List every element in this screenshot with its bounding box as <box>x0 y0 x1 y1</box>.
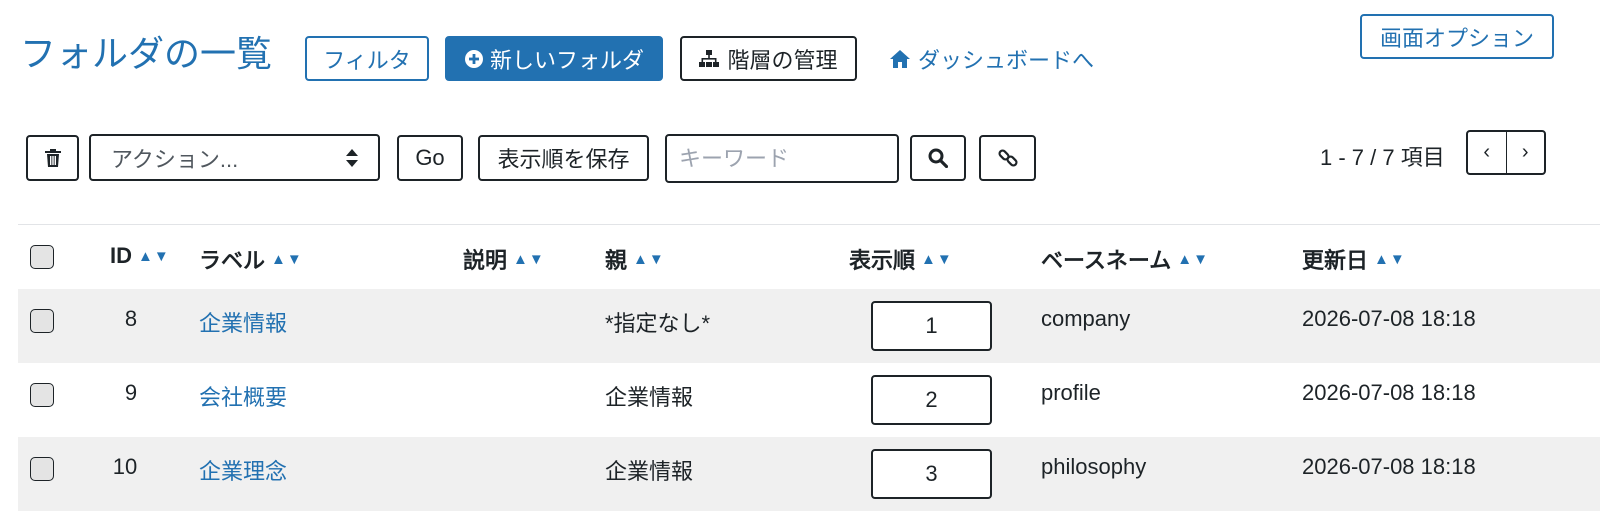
col-header-label[interactable]: ラベル ▲▼ <box>199 243 303 275</box>
search-icon <box>928 148 948 168</box>
select-all-checkbox[interactable] <box>30 245 54 269</box>
sitemap-icon <box>699 49 720 68</box>
prev-page-button[interactable]: ‹ <box>1468 132 1506 173</box>
screen-options-button[interactable]: 画面オプション <box>1360 14 1554 59</box>
new-folder-label: 新しいフォルダ <box>489 47 644 73</box>
cell-id: 10 <box>112 454 138 479</box>
sort-arrows-icon: ▲▼ <box>513 250 545 268</box>
trash-icon <box>44 149 61 167</box>
cell-updated: 2026-07-08 18:18 <box>1302 306 1476 331</box>
cell-parent: *指定なし* <box>605 311 711 336</box>
keyword-input[interactable] <box>665 134 899 183</box>
dashboard-link[interactable]: ダッシュボードへ <box>890 44 1094 74</box>
cell-basename: philosophy <box>1041 454 1147 479</box>
cell-id: 8 <box>124 306 138 331</box>
cell-basename: company <box>1041 306 1131 331</box>
pagination: ‹ › <box>1466 130 1546 175</box>
col-header-basename[interactable]: ベースネーム ▲▼ <box>1041 243 1209 275</box>
action-select[interactable]: アクション... <box>89 134 380 181</box>
cell-label-link[interactable]: 会社概要 <box>199 380 287 412</box>
hierarchy-label: 階層の管理 <box>727 47 838 73</box>
col-header-updated[interactable]: 更新日 ▲▼ <box>1302 243 1406 275</box>
sort-arrows-icon <box>346 149 358 167</box>
sort-arrows-icon: ▲▼ <box>271 250 303 268</box>
row-checkbox[interactable] <box>30 457 54 481</box>
cell-label-link[interactable]: 企業情報 <box>199 306 287 338</box>
sort-arrows-icon: ▲▼ <box>921 250 953 268</box>
home-icon <box>890 50 910 68</box>
go-button[interactable]: Go <box>397 135 463 181</box>
order-input[interactable]: 2 <box>871 375 992 425</box>
link-button[interactable] <box>979 135 1036 181</box>
link-icon <box>997 147 1019 169</box>
row-checkbox[interactable] <box>30 309 54 333</box>
item-count: 1 - 7 / 7 項目 <box>1320 145 1445 170</box>
sort-arrows-icon: ▲▼ <box>1374 250 1406 268</box>
col-header-parent[interactable]: 親 ▲▼ <box>605 243 665 275</box>
row-checkbox[interactable] <box>30 383 54 407</box>
action-select-value: アクション... <box>111 146 239 172</box>
col-header-order[interactable]: 表示順 ▲▼ <box>849 243 953 275</box>
col-header-id[interactable]: ID ▲▼ <box>110 243 170 269</box>
filter-button[interactable]: フィルタ <box>305 36 429 81</box>
delete-button[interactable] <box>26 135 79 181</box>
dashboard-label: ダッシュボードへ <box>918 48 1095 73</box>
cell-updated: 2026-07-08 18:18 <box>1302 454 1476 479</box>
new-folder-button[interactable]: 新しいフォルダ <box>445 36 663 81</box>
order-input[interactable]: 3 <box>871 449 992 499</box>
cell-id: 9 <box>124 380 138 405</box>
cell-parent: 企業情報 <box>605 385 694 410</box>
cell-label-link[interactable]: 企業理念 <box>199 454 287 486</box>
plus-circle-icon <box>464 49 484 69</box>
page-title: フォルダの一覧 <box>20 33 273 74</box>
cell-parent: 企業情報 <box>605 459 694 484</box>
order-input[interactable]: 1 <box>871 301 992 351</box>
sort-arrows-icon: ▲▼ <box>633 250 665 268</box>
cell-updated: 2026-07-08 18:18 <box>1302 380 1476 405</box>
cell-basename: profile <box>1041 380 1101 405</box>
next-page-button[interactable]: › <box>1505 132 1545 173</box>
hierarchy-button[interactable]: 階層の管理 <box>680 36 857 81</box>
save-order-button[interactable]: 表示順を保存 <box>478 135 649 181</box>
sort-arrows-icon: ▲▼ <box>1177 250 1209 268</box>
divider <box>18 224 1600 225</box>
col-header-description[interactable]: 説明 ▲▼ <box>463 243 545 275</box>
search-button[interactable] <box>910 135 966 181</box>
sort-arrows-icon: ▲▼ <box>138 247 170 265</box>
